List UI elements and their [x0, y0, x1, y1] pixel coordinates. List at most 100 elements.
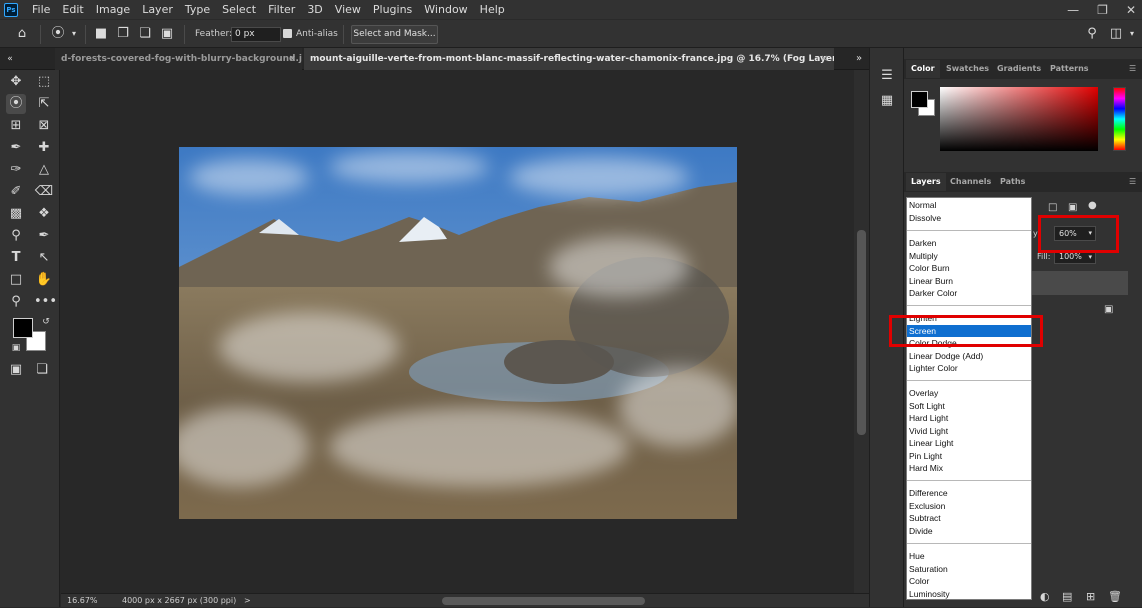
minimize-icon[interactable]: —: [1067, 3, 1079, 17]
eraser-tool-icon[interactable]: ⌫: [34, 182, 54, 202]
workspace-icon[interactable]: ◫: [1108, 26, 1124, 42]
eyedropper-tool-icon[interactable]: ✒: [6, 138, 26, 158]
menu-type[interactable]: Type: [179, 0, 216, 19]
menu-image[interactable]: Image: [90, 0, 136, 19]
document-tab-forest[interactable]: d-forests-covered-fog-with-blurry-backgr…: [55, 48, 302, 70]
scroll-thumb[interactable]: [857, 230, 866, 435]
feather-input[interactable]: 0 px: [231, 27, 281, 42]
screen-mode-icon[interactable]: ❏: [32, 360, 52, 380]
blend-pin-light[interactable]: Pin Light: [907, 450, 1031, 462]
blend-vivid-light[interactable]: Vivid Light: [907, 425, 1031, 437]
blend-linear-dodge[interactable]: Linear Dodge (Add): [907, 350, 1031, 362]
tab-layers[interactable]: Layers: [906, 173, 946, 191]
menu-file[interactable]: File: [26, 0, 56, 19]
blur-tool-icon[interactable]: ❖: [34, 204, 54, 224]
frame-tool-icon[interactable]: ⊠: [34, 116, 54, 136]
marquee-tool-icon[interactable]: ⬚: [34, 72, 54, 92]
menu-layer[interactable]: Layer: [136, 0, 179, 19]
menu-select[interactable]: Select: [216, 0, 262, 19]
new-selection-icon[interactable]: ■: [93, 26, 109, 42]
blend-soft-light[interactable]: Soft Light: [907, 400, 1031, 412]
more-tools-icon[interactable]: •••: [34, 292, 57, 312]
home-icon[interactable]: ⌂: [14, 26, 30, 42]
blend-multiply[interactable]: Multiply: [907, 250, 1031, 262]
adjustment-layer-icon[interactable]: ◐: [1040, 590, 1050, 603]
collapse-arrows-icon[interactable]: «: [2, 51, 18, 67]
tab-gradients[interactable]: Gradients: [992, 60, 1046, 78]
blend-dissolve[interactable]: Dissolve: [907, 212, 1031, 224]
lasso-tool-icon[interactable]: ⦿: [6, 94, 26, 114]
new-group-icon[interactable]: ▤: [1062, 590, 1072, 603]
blend-normal[interactable]: Normal: [907, 199, 1031, 211]
new-layer-icon[interactable]: ⊞: [1086, 590, 1095, 603]
healing-brush-tool-icon[interactable]: ✚: [34, 138, 54, 158]
type-tool-icon[interactable]: T: [6, 248, 26, 268]
menu-3d[interactable]: 3D: [301, 0, 328, 19]
chevron-down-icon[interactable]: ▾: [66, 26, 82, 42]
menu-view[interactable]: View: [329, 0, 367, 19]
blend-hard-light[interactable]: Hard Light: [907, 412, 1031, 424]
comments-panel-icon[interactable]: ▦: [879, 93, 895, 109]
blend-divide[interactable]: Divide: [907, 525, 1031, 537]
blend-exclusion[interactable]: Exclusion: [907, 500, 1031, 512]
blend-overlay[interactable]: Overlay: [907, 387, 1031, 399]
panel-foreground-swatch[interactable]: [911, 91, 928, 108]
foreground-color-swatch[interactable]: [13, 318, 33, 338]
blend-darker-color[interactable]: Darker Color: [907, 287, 1031, 299]
blend-luminosity[interactable]: Luminosity: [907, 588, 1031, 600]
zoom-tool-icon[interactable]: ⚲: [6, 292, 26, 312]
menu-filter[interactable]: Filter: [262, 0, 301, 19]
panel-menu-icon[interactable]: ☰: [1124, 173, 1141, 191]
close-icon[interactable]: ×: [820, 48, 828, 70]
blend-color-burn[interactable]: Color Burn: [907, 262, 1031, 274]
object-select-tool-icon[interactable]: ⇱: [34, 94, 54, 114]
blend-linear-burn[interactable]: Linear Burn: [907, 275, 1031, 287]
lasso-tool-icon[interactable]: ⦿: [50, 26, 66, 42]
blend-hard-mix[interactable]: Hard Mix: [907, 462, 1031, 474]
filter-toggle-icon[interactable]: ●: [1088, 200, 1097, 211]
rectangle-tool-icon[interactable]: □: [6, 270, 26, 290]
menu-help[interactable]: Help: [474, 0, 511, 19]
hand-tool-icon[interactable]: ✋: [34, 270, 54, 290]
history-panel-icon[interactable]: ☰: [879, 68, 895, 84]
blend-mode-dropdown[interactable]: Normal Dissolve Darken Multiply Color Bu…: [906, 197, 1032, 600]
filter-shape-icon[interactable]: □: [1048, 202, 1057, 213]
filter-smart-object-icon[interactable]: ▣: [1068, 202, 1077, 213]
brush-tool-icon[interactable]: ✑: [6, 160, 26, 180]
gradient-tool-icon[interactable]: ▩: [6, 204, 26, 224]
document-tab-mount-aiguille[interactable]: mount-aiguille-verte-from-mont-blanc-mas…: [304, 48, 834, 70]
menu-edit[interactable]: Edit: [56, 0, 89, 19]
blend-difference[interactable]: Difference: [907, 487, 1031, 499]
tab-paths[interactable]: Paths: [995, 173, 1030, 191]
panel-menu-icon[interactable]: ☰: [1124, 60, 1141, 78]
path-select-tool-icon[interactable]: ↖: [34, 248, 54, 268]
blend-darken[interactable]: Darken: [907, 237, 1031, 249]
hue-slider[interactable]: [1113, 87, 1126, 151]
blend-hue[interactable]: Hue: [907, 550, 1031, 562]
select-and-mask-button[interactable]: Select and Mask...: [351, 25, 438, 44]
default-colors-icon[interactable]: ▣: [6, 338, 26, 358]
blend-saturation[interactable]: Saturation: [907, 563, 1031, 575]
tab-channels[interactable]: Channels: [945, 173, 996, 191]
chevron-down-icon[interactable]: ▾: [1124, 26, 1140, 42]
quick-mask-icon[interactable]: ▣: [6, 360, 26, 380]
menu-window[interactable]: Window: [418, 0, 473, 19]
zoom-level[interactable]: 16.67%: [67, 594, 98, 608]
close-icon[interactable]: ✕: [1126, 3, 1136, 17]
status-menu-arrow[interactable]: >: [244, 594, 251, 608]
restore-icon[interactable]: ❐: [1097, 3, 1108, 17]
lock-icon[interactable]: ▣: [1104, 304, 1113, 315]
blend-lighter-color[interactable]: Lighter Color: [907, 362, 1031, 374]
swap-colors-icon[interactable]: ↺: [36, 312, 56, 332]
tab-swatches[interactable]: Swatches: [941, 60, 994, 78]
pen-tool-icon[interactable]: ✒: [34, 226, 54, 246]
menu-plugins[interactable]: Plugins: [367, 0, 418, 19]
document-image[interactable]: [179, 147, 737, 519]
crop-tool-icon[interactable]: ⊞: [6, 116, 26, 136]
clone-stamp-tool-icon[interactable]: △: [34, 160, 54, 180]
intersect-selection-icon[interactable]: ▣: [159, 26, 175, 42]
anti-alias-checkbox[interactable]: [283, 29, 292, 38]
horizontal-scroll-thumb[interactable]: [442, 597, 645, 605]
dodge-tool-icon[interactable]: ⚲: [6, 226, 26, 246]
tab-color[interactable]: Color: [906, 60, 940, 78]
